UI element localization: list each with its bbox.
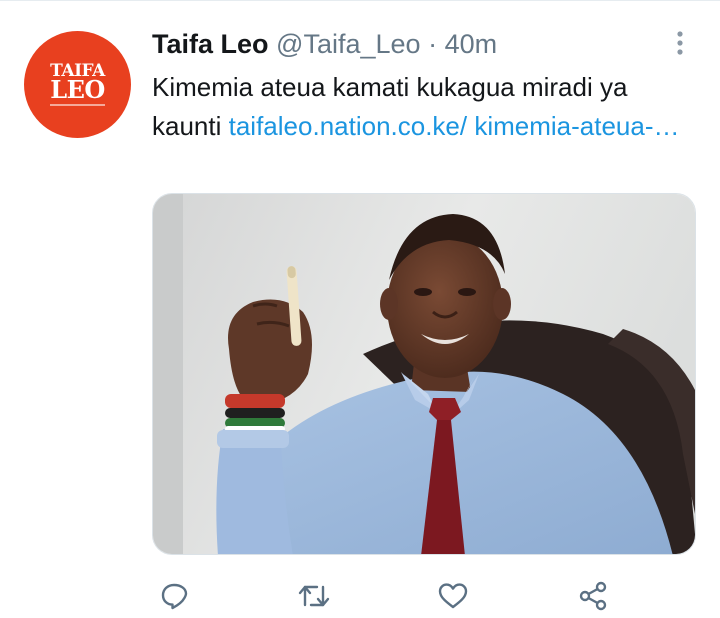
retweet-icon [298, 585, 330, 607]
header-separator: · [428, 29, 438, 59]
photo-man-speaking [153, 194, 695, 554]
share-icon [579, 581, 607, 611]
reply-button[interactable] [157, 579, 191, 613]
tweet-photo[interactable] [152, 193, 696, 555]
tweet-timestamp[interactable]: 40m [445, 29, 498, 59]
tweet-actions [152, 579, 622, 613]
heart-icon [438, 583, 468, 609]
tweet-card: TAIFA LEO Taifa Leo @Taifa_Leo · 40m Kim… [0, 0, 720, 618]
share-button[interactable] [576, 579, 610, 613]
author-handle[interactable]: @Taifa_Leo [276, 29, 421, 59]
more-options-button[interactable] [668, 28, 692, 58]
logo-line-2: LEO [50, 75, 105, 105]
reply-icon [161, 583, 188, 610]
more-vertical-icon [677, 31, 683, 55]
author-name[interactable]: Taifa Leo [152, 29, 269, 59]
taifa-leo-logo: TAIFA LEO [50, 62, 105, 106]
logo-tagline [50, 103, 105, 106]
tweet-link[interactable]: taifaleo.nation.co.ke/ kimemia-ateua-… [229, 111, 680, 141]
avatar[interactable]: TAIFA LEO [24, 31, 131, 138]
tweet-text: Kimemia ateua kamati kukagua miradi ya k… [152, 68, 697, 146]
tweet-header: Taifa Leo @Taifa_Leo · 40m [152, 28, 497, 60]
like-button[interactable] [436, 579, 470, 613]
retweet-button[interactable] [297, 579, 331, 613]
